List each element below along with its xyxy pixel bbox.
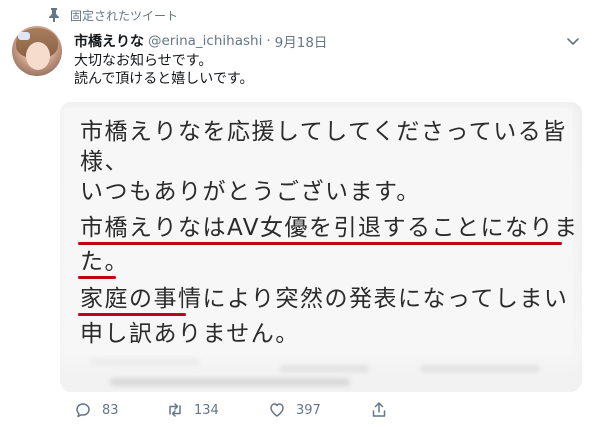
- reply-icon: [76, 403, 90, 418]
- notice-card: 市橋えりなを応援してしてくださっている皆 様、 いつもありがとうございます。 市…: [64, 108, 582, 355]
- retweet-button[interactable]: 134: [166, 399, 219, 421]
- share-button[interactable]: [370, 399, 398, 421]
- tweet-image[interactable]: 市橋えりなを応援してしてくださっている皆 様、 いつもありがとうございます。 市…: [60, 102, 582, 392]
- heart-icon: [270, 403, 284, 417]
- like-button[interactable]: 397: [268, 399, 321, 421]
- notice-line: 申し訳ありません。: [80, 321, 300, 347]
- tweet-text-line: 大切なお知らせです。: [74, 53, 213, 69]
- tweet-actions: 83 134 397: [60, 399, 390, 421]
- avatar[interactable]: [12, 26, 62, 76]
- tweet-text-line: 読んで頂けると嬉しいです。: [74, 71, 254, 87]
- display-name[interactable]: 市橋えりな: [74, 31, 144, 51]
- notice-line-highlighted: 市橋えりなはAV女優を引退することになりまし: [80, 215, 582, 241]
- reply-button[interactable]: 83: [74, 399, 119, 421]
- separator-dot: ·: [266, 33, 271, 49]
- tweet-header: 市橋えりな @erina_ichihashi · 9月18日: [74, 31, 327, 51]
- reply-count: 83: [102, 402, 119, 418]
- pin-icon: [46, 7, 62, 23]
- red-underline: [78, 242, 562, 245]
- tweet-date[interactable]: 9月18日: [275, 31, 328, 51]
- red-underline: [78, 276, 116, 279]
- tweet-text: 大切なお知らせです。 読んで頂けると嬉しいです。: [74, 52, 253, 88]
- red-underline: [78, 313, 186, 316]
- pinned-label: 固定されたツイート: [46, 6, 178, 24]
- chevron-down-icon[interactable]: [566, 34, 580, 48]
- notice-line-partial-highlight: 家庭の事情により突然の発表になってしまい: [80, 286, 569, 312]
- share-icon: [372, 402, 386, 417]
- user-handle[interactable]: @erina_ichihashi: [148, 33, 262, 49]
- retweet-count: 134: [194, 402, 219, 418]
- notice-line: 様、: [80, 149, 129, 175]
- retweet-icon: [169, 403, 181, 417]
- notice-line: 市橋えりなを応援してしてくださっている皆: [80, 119, 567, 145]
- like-count: 397: [296, 402, 321, 418]
- notice-line: いつもありがとうございます。: [80, 179, 421, 205]
- notice-line-highlighted: た。: [80, 249, 129, 275]
- pinned-text: 固定されたツイート: [70, 8, 179, 23]
